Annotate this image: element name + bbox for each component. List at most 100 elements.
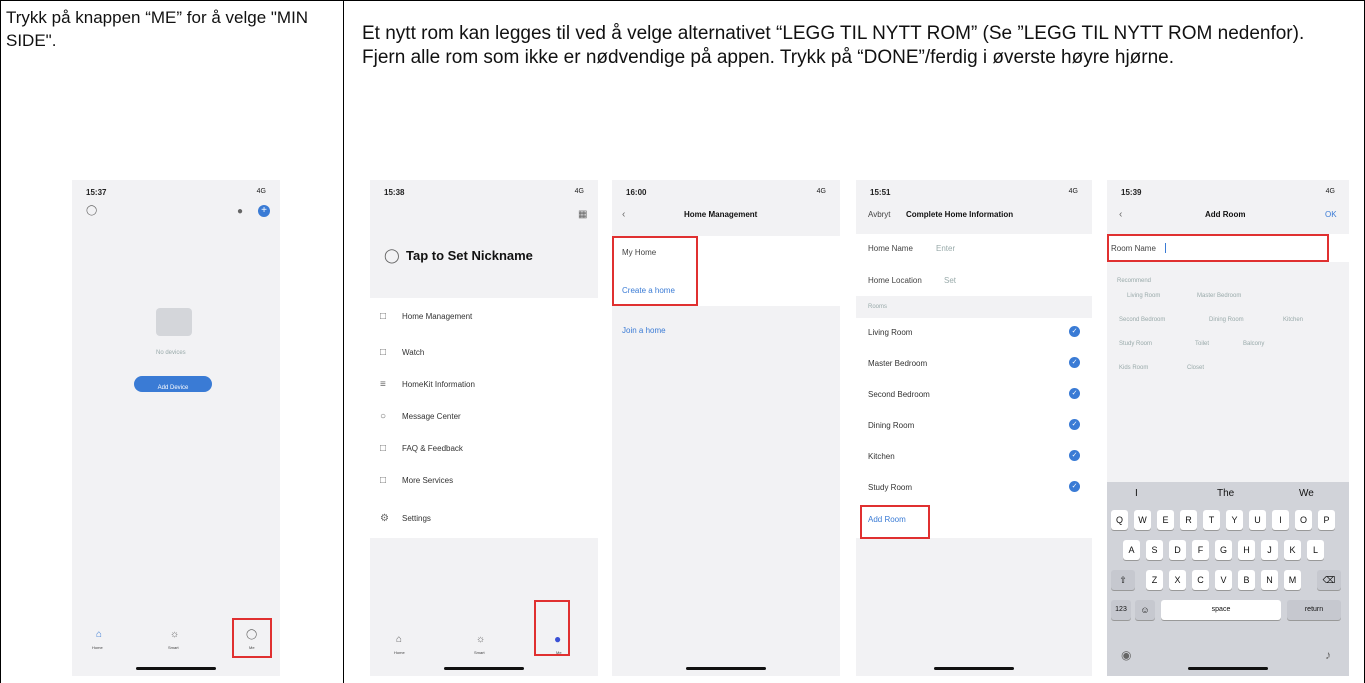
scan-icon[interactable]: ▦	[578, 210, 587, 220]
avatar-icon[interactable]: ◯	[384, 248, 400, 262]
check-icon[interactable]: ✓	[1069, 357, 1080, 368]
tab-home-label[interactable]: Home	[394, 650, 405, 655]
menu-item-home-management[interactable]: □ Home Management	[370, 302, 598, 332]
rooms-header: Rooms	[868, 304, 888, 310]
key[interactable]: B	[1238, 570, 1255, 590]
key[interactable]: J	[1261, 540, 1278, 560]
menu-item-message-center[interactable]: ○ Message Center	[370, 402, 598, 432]
emoji-key-icon[interactable]: ☺	[1135, 600, 1155, 620]
suggestion-chip[interactable]: Study Room	[1119, 341, 1152, 347]
prediction[interactable]: I	[1135, 488, 1138, 499]
tab-home-icon[interactable]: ⌂	[396, 635, 402, 645]
highlight-home-list	[612, 236, 698, 306]
key[interactable]: A	[1123, 540, 1140, 560]
cancel-button[interactable]: Avbryt	[868, 210, 891, 219]
menu-item-homekit[interactable]: ≡ HomeKit Information	[370, 370, 598, 400]
table-left-border	[0, 0, 1, 683]
globe-icon[interactable]: ◉	[1121, 649, 1131, 661]
backspace-key-icon[interactable]: ⌫	[1317, 570, 1341, 590]
keyboard: I The We Q W E R T Y U I O P A S D F G H…	[1107, 482, 1349, 676]
room-item[interactable]: Kitchen ✓	[856, 442, 1092, 472]
key[interactable]: G	[1215, 540, 1232, 560]
key[interactable]: V	[1215, 570, 1232, 590]
tab-home-label[interactable]: Home	[92, 645, 103, 650]
key[interactable]: E	[1157, 510, 1174, 530]
room-item[interactable]: Living Room ✓	[856, 318, 1092, 348]
prediction[interactable]: We	[1299, 488, 1314, 499]
home-name-input[interactable]: Enter	[936, 244, 955, 253]
status-bar: 15:39 4G	[1107, 188, 1349, 202]
key[interactable]: T	[1203, 510, 1220, 530]
key[interactable]: L	[1307, 540, 1324, 560]
home-indicator	[934, 667, 1014, 670]
key[interactable]: S	[1146, 540, 1163, 560]
room-item[interactable]: Study Room ✓	[856, 473, 1092, 503]
check-icon[interactable]: ✓	[1069, 326, 1080, 337]
check-icon[interactable]: ✓	[1069, 419, 1080, 430]
tab-smart-label[interactable]: Smart	[474, 650, 485, 655]
prediction[interactable]: The	[1217, 488, 1234, 499]
no-devices-text: No devices	[156, 350, 186, 356]
menu-item-watch[interactable]: □ Watch	[370, 338, 598, 368]
tab-smart-icon[interactable]: ☼	[170, 630, 179, 640]
ok-button[interactable]: OK	[1325, 210, 1337, 219]
numbers-key[interactable]: 123	[1111, 600, 1131, 620]
mic-icon[interactable]: ●	[237, 207, 243, 217]
check-icon[interactable]: ✓	[1069, 481, 1080, 492]
services-icon: □	[380, 475, 387, 486]
suggestion-chip[interactable]: Kitchen	[1283, 317, 1303, 323]
home-location-label: Home Location	[868, 276, 922, 285]
room-item[interactable]: Second Bedroom ✓	[856, 380, 1092, 410]
suggestion-chip[interactable]: Kids Room	[1119, 365, 1148, 371]
key[interactable]: D	[1169, 540, 1186, 560]
key[interactable]: Z	[1146, 570, 1163, 590]
key[interactable]: Q	[1111, 510, 1128, 530]
add-device-button[interactable]: Add Device	[134, 376, 212, 392]
profile-icon[interactable]: ◯	[86, 206, 97, 216]
join-home-link[interactable]: Join a home	[622, 326, 666, 335]
suggestion-chip[interactable]: Closet	[1187, 365, 1204, 371]
key[interactable]: R	[1180, 510, 1197, 530]
suggestion-chip[interactable]: Balcony	[1243, 341, 1264, 347]
key[interactable]: Y	[1226, 510, 1243, 530]
instruction-right: Et nytt rom kan legges til ved å velge a…	[362, 23, 1305, 68]
tab-smart-icon[interactable]: ☼	[476, 635, 485, 645]
key[interactable]: K	[1284, 540, 1301, 560]
key[interactable]: H	[1238, 540, 1255, 560]
space-key[interactable]: space	[1161, 600, 1281, 620]
key[interactable]: N	[1261, 570, 1278, 590]
back-icon[interactable]: ‹	[1119, 210, 1122, 220]
key[interactable]: F	[1192, 540, 1209, 560]
return-key[interactable]: return	[1287, 600, 1341, 620]
room-item[interactable]: Master Bedroom ✓	[856, 349, 1092, 379]
tab-smart-label[interactable]: Smart	[168, 645, 179, 650]
key[interactable]: W	[1134, 510, 1151, 530]
table-top-border	[0, 0, 1365, 1]
suggestion-chip[interactable]: Master Bedroom	[1197, 293, 1241, 299]
back-icon[interactable]: ‹	[622, 210, 625, 220]
shift-key-icon[interactable]: ⇧	[1111, 570, 1135, 590]
key[interactable]: M	[1284, 570, 1301, 590]
add-icon[interactable]: +	[258, 205, 270, 217]
key[interactable]: U	[1249, 510, 1266, 530]
key[interactable]: X	[1169, 570, 1186, 590]
key[interactable]: P	[1318, 510, 1335, 530]
suggestion-chip[interactable]: Dining Room	[1209, 317, 1244, 323]
nickname-title[interactable]: Tap to Set Nickname	[406, 248, 533, 263]
suggestion-chip[interactable]: Second Bedroom	[1119, 317, 1165, 323]
check-icon[interactable]: ✓	[1069, 388, 1080, 399]
tab-home-icon[interactable]: ⌂	[96, 630, 102, 640]
menu-item-settings[interactable]: ⚙ Settings	[370, 504, 598, 534]
room-item[interactable]: Dining Room ✓	[856, 411, 1092, 441]
suggestion-chip[interactable]: Living Room	[1127, 293, 1160, 299]
microphone-icon[interactable]: ♪	[1325, 649, 1331, 661]
check-icon[interactable]: ✓	[1069, 450, 1080, 461]
key[interactable]: I	[1272, 510, 1289, 530]
menu-item-faq[interactable]: □ FAQ & Feedback	[370, 434, 598, 464]
add-device-label: Add Device	[157, 385, 189, 391]
menu-item-more-services[interactable]: □ More Services	[370, 466, 598, 496]
home-location-input[interactable]: Set	[944, 276, 956, 285]
suggestion-chip[interactable]: Toilet	[1195, 341, 1209, 347]
key[interactable]: C	[1192, 570, 1209, 590]
key[interactable]: O	[1295, 510, 1312, 530]
